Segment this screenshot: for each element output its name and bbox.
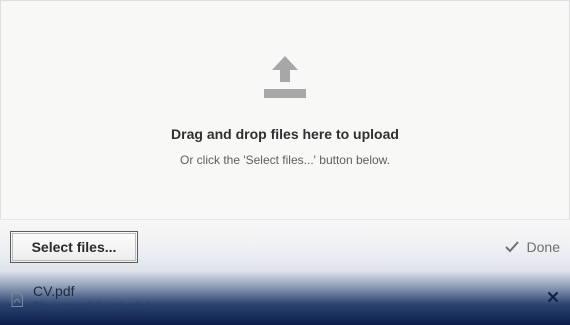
close-icon[interactable] xyxy=(547,291,559,303)
pdf-file-icon xyxy=(11,292,23,307)
upload-icon xyxy=(264,56,306,98)
done-label: Done xyxy=(526,239,560,255)
checkmark-icon xyxy=(504,241,519,253)
upload-toolbar: Select files... Done xyxy=(0,219,570,272)
dropzone-title: Drag and drop files here to upload xyxy=(171,126,399,142)
file-name: CV.pdf xyxy=(33,283,75,299)
file-dropzone[interactable]: Drag and drop files here to upload Or cl… xyxy=(0,0,570,219)
dropzone-subtitle: Or click the 'Select files...' button be… xyxy=(179,153,390,167)
file-list-item xyxy=(0,271,570,325)
done-button[interactable]: Done xyxy=(504,239,560,255)
file-status: File successfully uploaded xyxy=(33,301,150,312)
select-files-button[interactable]: Select files... xyxy=(10,231,138,263)
